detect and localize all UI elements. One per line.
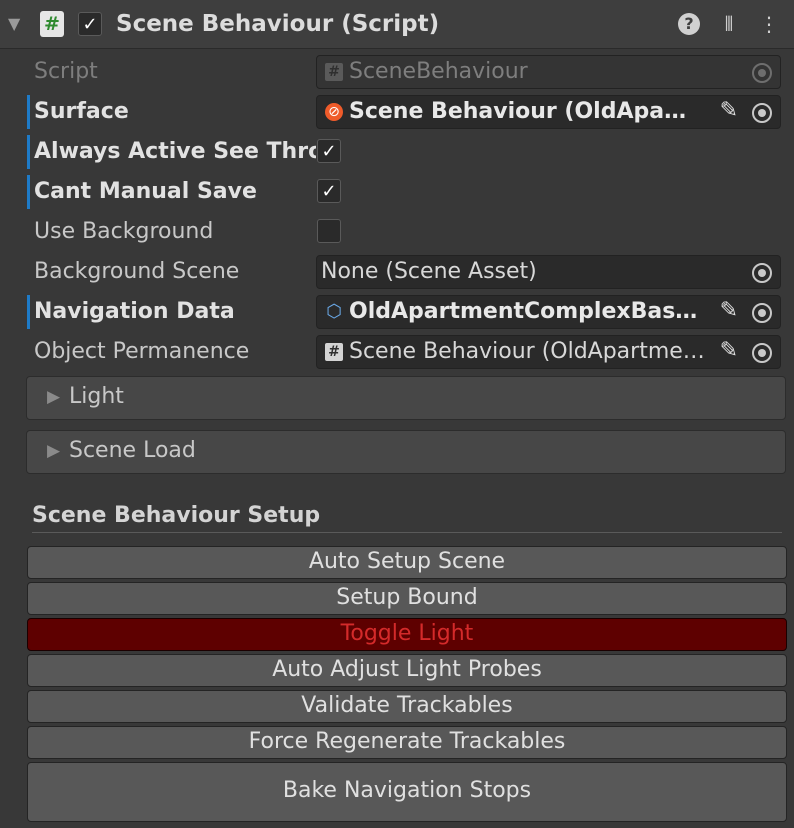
override-indicator xyxy=(27,135,30,169)
override-indicator xyxy=(27,95,30,129)
object-picker-icon[interactable] xyxy=(752,343,772,363)
expand-arrow-icon: ▶ xyxy=(47,387,61,407)
script-field: # SceneBehaviour xyxy=(316,55,781,89)
hash-script-icon: # xyxy=(40,11,64,37)
validate-trackables-button[interactable]: Validate Trackables xyxy=(27,690,787,723)
property-row-surface: Surface ⊘ Scene Behaviour (OldApartm… ✎ xyxy=(0,93,794,133)
toggle-light-button[interactable]: Toggle Light xyxy=(27,618,787,651)
foldout-label: Light xyxy=(69,384,124,409)
navigation-data-field[interactable]: ⬡ OldApartmentComplexBasen… ✎ xyxy=(316,295,781,329)
property-label: Use Background xyxy=(34,219,214,244)
property-row-use-background: Use Background xyxy=(0,213,794,253)
foldout-label: Scene Load xyxy=(69,438,196,463)
pencil-edit-icon[interactable]: ✎ xyxy=(720,338,738,363)
help-icon[interactable]: ? xyxy=(678,13,700,35)
background-scene-field[interactable]: None (Scene Asset) xyxy=(316,255,781,289)
foldout-scene-load[interactable]: ▶ Scene Load xyxy=(26,430,786,474)
property-label: Surface xyxy=(34,99,129,124)
hash-script-icon: # xyxy=(325,343,343,361)
object-picker-icon[interactable] xyxy=(752,263,772,283)
component-enabled-checkbox[interactable]: ✓ xyxy=(78,12,102,36)
property-row-navigation-data: Navigation Data ⬡ OldApartmentComplexBas… xyxy=(0,293,794,333)
surface-icon: ⊘ xyxy=(325,103,343,121)
use-background-checkbox[interactable] xyxy=(317,219,341,243)
section-title: Scene Behaviour Setup xyxy=(32,503,321,528)
field-value: Scene Behaviour (OldApartme… xyxy=(349,339,705,364)
expand-arrow-icon: ▶ xyxy=(47,441,61,461)
kebab-menu-icon[interactable]: ⋮ xyxy=(757,12,781,36)
always-active-checkbox[interactable]: ✓ xyxy=(317,139,341,163)
property-label: Background Scene xyxy=(34,259,240,284)
override-indicator xyxy=(27,295,30,329)
surface-field[interactable]: ⊘ Scene Behaviour (OldApartm… ✎ xyxy=(316,95,781,129)
force-regenerate-trackables-button[interactable]: Force Regenerate Trackables xyxy=(27,726,787,759)
pencil-edit-icon[interactable]: ✎ xyxy=(720,98,738,123)
component-title: Scene Behaviour (Script) xyxy=(116,11,440,37)
property-label: Script xyxy=(34,59,98,84)
auto-adjust-light-probes-button[interactable]: Auto Adjust Light Probes xyxy=(27,654,787,687)
object-picker-icon[interactable] xyxy=(752,303,772,323)
field-value: OldApartmentComplexBasen… xyxy=(349,299,705,324)
component-header: ▼ # ✓ Scene Behaviour (Script) ? ⫴ ⋮ xyxy=(0,0,794,49)
property-label: Always Active See Thro xyxy=(34,139,316,164)
property-label: Object Permanence xyxy=(34,339,250,364)
override-indicator xyxy=(27,175,30,209)
field-value: Scene Behaviour (OldApartm… xyxy=(349,99,689,124)
property-row-script: Script # SceneBehaviour xyxy=(0,53,794,93)
foldout-light[interactable]: ▶ Light xyxy=(26,376,786,420)
navigation-data-icon: ⬡ xyxy=(326,301,342,322)
property-row-background-scene: Background Scene None (Scene Asset) xyxy=(0,253,794,293)
property-row-always-active: Always Active See Thro ✓ xyxy=(0,133,794,173)
hash-script-icon: # xyxy=(325,63,343,81)
object-picker-icon[interactable] xyxy=(752,103,772,123)
setup-bound-button[interactable]: Setup Bound xyxy=(27,582,787,615)
object-permanence-field[interactable]: # Scene Behaviour (OldApartme… ✎ xyxy=(316,335,781,369)
cant-manual-save-checkbox[interactable]: ✓ xyxy=(317,179,341,203)
auto-setup-scene-button[interactable]: Auto Setup Scene xyxy=(27,546,787,579)
pencil-edit-icon[interactable]: ✎ xyxy=(720,298,738,323)
bake-navigation-stops-button[interactable]: Bake Navigation Stops xyxy=(27,762,787,822)
field-value: None (Scene Asset) xyxy=(321,259,537,284)
presets-sliders-icon[interactable]: ⫴ xyxy=(717,12,741,36)
property-row-object-permanence: Object Permanence # Scene Behaviour (Old… xyxy=(0,333,794,373)
property-row-cant-manual-save: Cant Manual Save ✓ xyxy=(0,173,794,213)
collapse-arrow-icon[interactable]: ▼ xyxy=(8,14,20,33)
property-label: Navigation Data xyxy=(34,299,235,324)
object-picker-icon xyxy=(752,63,772,83)
section-divider xyxy=(32,532,782,533)
field-value: SceneBehaviour xyxy=(349,59,528,84)
property-label: Cant Manual Save xyxy=(34,179,257,204)
